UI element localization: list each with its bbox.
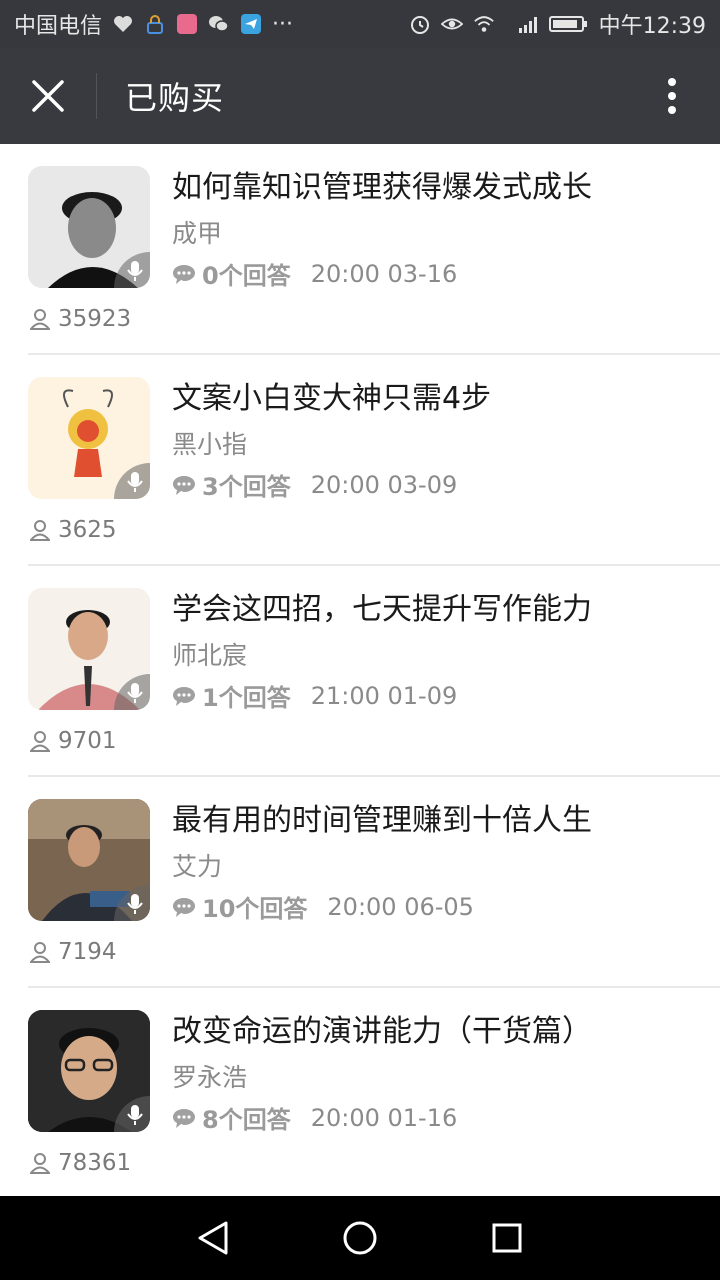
item-author: 成甲 [172, 219, 223, 248]
answer-count: 3个回答 [202, 473, 291, 501]
item-meta: 8个回答 20:00 01-16 [172, 1100, 457, 1135]
recents-square-icon [492, 1223, 522, 1253]
item-author: 罗永浩 [172, 1063, 248, 1092]
person-icon [30, 942, 50, 963]
list-item[interactable]: 文案小白变大神只需4步 黑小指 3个回答 20:00 03-09 3625 [0, 355, 720, 566]
send-app-icon [240, 13, 262, 35]
lock-icon [144, 13, 166, 35]
item-title: 如何靠知识管理获得爆发式成长 [172, 170, 592, 205]
more-vertical-icon [668, 78, 676, 114]
alarm-icon [409, 13, 431, 35]
listener-count: 3625 [30, 517, 117, 543]
microphone-icon [127, 1105, 143, 1125]
speaker-avatar [28, 166, 150, 288]
item-title: 改变命运的演讲能力（干货篇） [172, 1014, 592, 1049]
item-time: 20:00 06-05 [327, 892, 474, 921]
item-title: 文案小白变大神只需4步 [172, 381, 492, 416]
item-time: 20:00 01-16 [310, 1103, 458, 1132]
close-button[interactable] [0, 48, 96, 144]
battery-icon [548, 13, 589, 35]
title-bar: 已购买 [0, 48, 720, 144]
system-nav-bar [0, 1196, 720, 1280]
person-icon [30, 520, 50, 541]
carrier-name: 中国电信 [14, 14, 103, 39]
more-notifications-indicator: ··· [272, 11, 293, 37]
item-author: 师北宸 [172, 641, 248, 670]
answer-count: 0个回答 [202, 262, 291, 290]
comment-icon [173, 1108, 195, 1128]
speaker-avatar [28, 377, 150, 499]
list-item[interactable]: 如何靠知识管理获得爆发式成长 成甲 0个回答 20:00 03-16 35923 [0, 144, 720, 355]
answer-count: 8个回答 [202, 1106, 291, 1134]
listener-count: 7194 [30, 939, 117, 965]
more-menu-button[interactable] [624, 48, 720, 144]
recents-button[interactable] [477, 1208, 537, 1268]
home-button[interactable] [330, 1208, 390, 1268]
list-item[interactable]: 改变命运的演讲能力（干货篇） 罗永浩 8个回答 20:00 01-16 7836… [0, 988, 720, 1196]
close-icon [32, 80, 64, 112]
home-circle-icon [343, 1221, 377, 1255]
listener-count-value: 3625 [58, 517, 117, 543]
person-icon [30, 1153, 50, 1174]
item-title: 最有用的时间管理赚到十倍人生 [172, 803, 592, 838]
answer-count: 10个回答 [202, 895, 308, 923]
signal-icon [505, 13, 539, 35]
microphone-icon [127, 683, 143, 703]
item-meta: 10个回答 20:00 06-05 [172, 889, 474, 924]
item-author: 艾力 [172, 852, 223, 881]
listener-count-value: 78361 [58, 1150, 132, 1176]
status-right: 中午12:39 [409, 8, 706, 40]
list-item[interactable]: 学会这四招，七天提升写作能力 师北宸 1个回答 21:00 01-09 9701 [0, 566, 720, 777]
item-time: 20:00 03-09 [310, 470, 458, 499]
item-time: 21:00 01-09 [310, 681, 458, 710]
item-meta: 0个回答 20:00 03-16 [172, 256, 457, 291]
person-icon [30, 731, 50, 752]
wifi-icon [473, 13, 495, 35]
title-divider [96, 73, 97, 119]
item-time: 20:00 03-16 [310, 259, 458, 288]
comment-icon [173, 264, 195, 284]
speaker-avatar [28, 588, 150, 710]
listener-count-value: 35923 [58, 306, 132, 332]
microphone-icon [127, 894, 143, 914]
speaker-avatar [28, 799, 150, 921]
microphone-icon [127, 261, 143, 281]
eye-icon [440, 13, 463, 35]
item-meta: 3个回答 20:00 03-09 [172, 467, 457, 502]
speaker-avatar [28, 1010, 150, 1132]
listener-count: 9701 [30, 728, 117, 754]
item-title: 学会这四招，七天提升写作能力 [172, 592, 592, 627]
list-item[interactable]: 最有用的时间管理赚到十倍人生 艾力 10个回答 20:00 06-05 7194 [0, 777, 720, 988]
listener-count-value: 9701 [58, 728, 117, 754]
shopping-app-icon [176, 13, 198, 35]
clock: 中午12:39 [598, 14, 706, 39]
comment-icon [173, 897, 195, 917]
page-title: 已购买 [125, 79, 225, 117]
purchased-list[interactable]: 如何靠知识管理获得爆发式成长 成甲 0个回答 20:00 03-16 35923 [0, 144, 720, 1196]
listener-count: 35923 [30, 306, 131, 332]
microphone-icon [127, 472, 143, 492]
item-meta: 1个回答 21:00 01-09 [172, 678, 457, 713]
answer-count: 1个回答 [202, 684, 291, 712]
heart-icon [112, 13, 134, 35]
back-triangle-icon [198, 1221, 228, 1255]
status-left: 中国电信 ··· [14, 8, 293, 40]
listener-count: 78361 [30, 1150, 131, 1176]
back-button[interactable] [183, 1208, 243, 1268]
person-icon [30, 309, 50, 330]
comment-icon [173, 686, 195, 706]
listener-count-value: 7194 [58, 939, 117, 965]
status-bar: 中国电信 ··· 中午12:39 [0, 0, 720, 48]
wechat-icon [208, 13, 230, 35]
comment-icon [173, 475, 195, 495]
item-author: 黑小指 [172, 430, 248, 459]
